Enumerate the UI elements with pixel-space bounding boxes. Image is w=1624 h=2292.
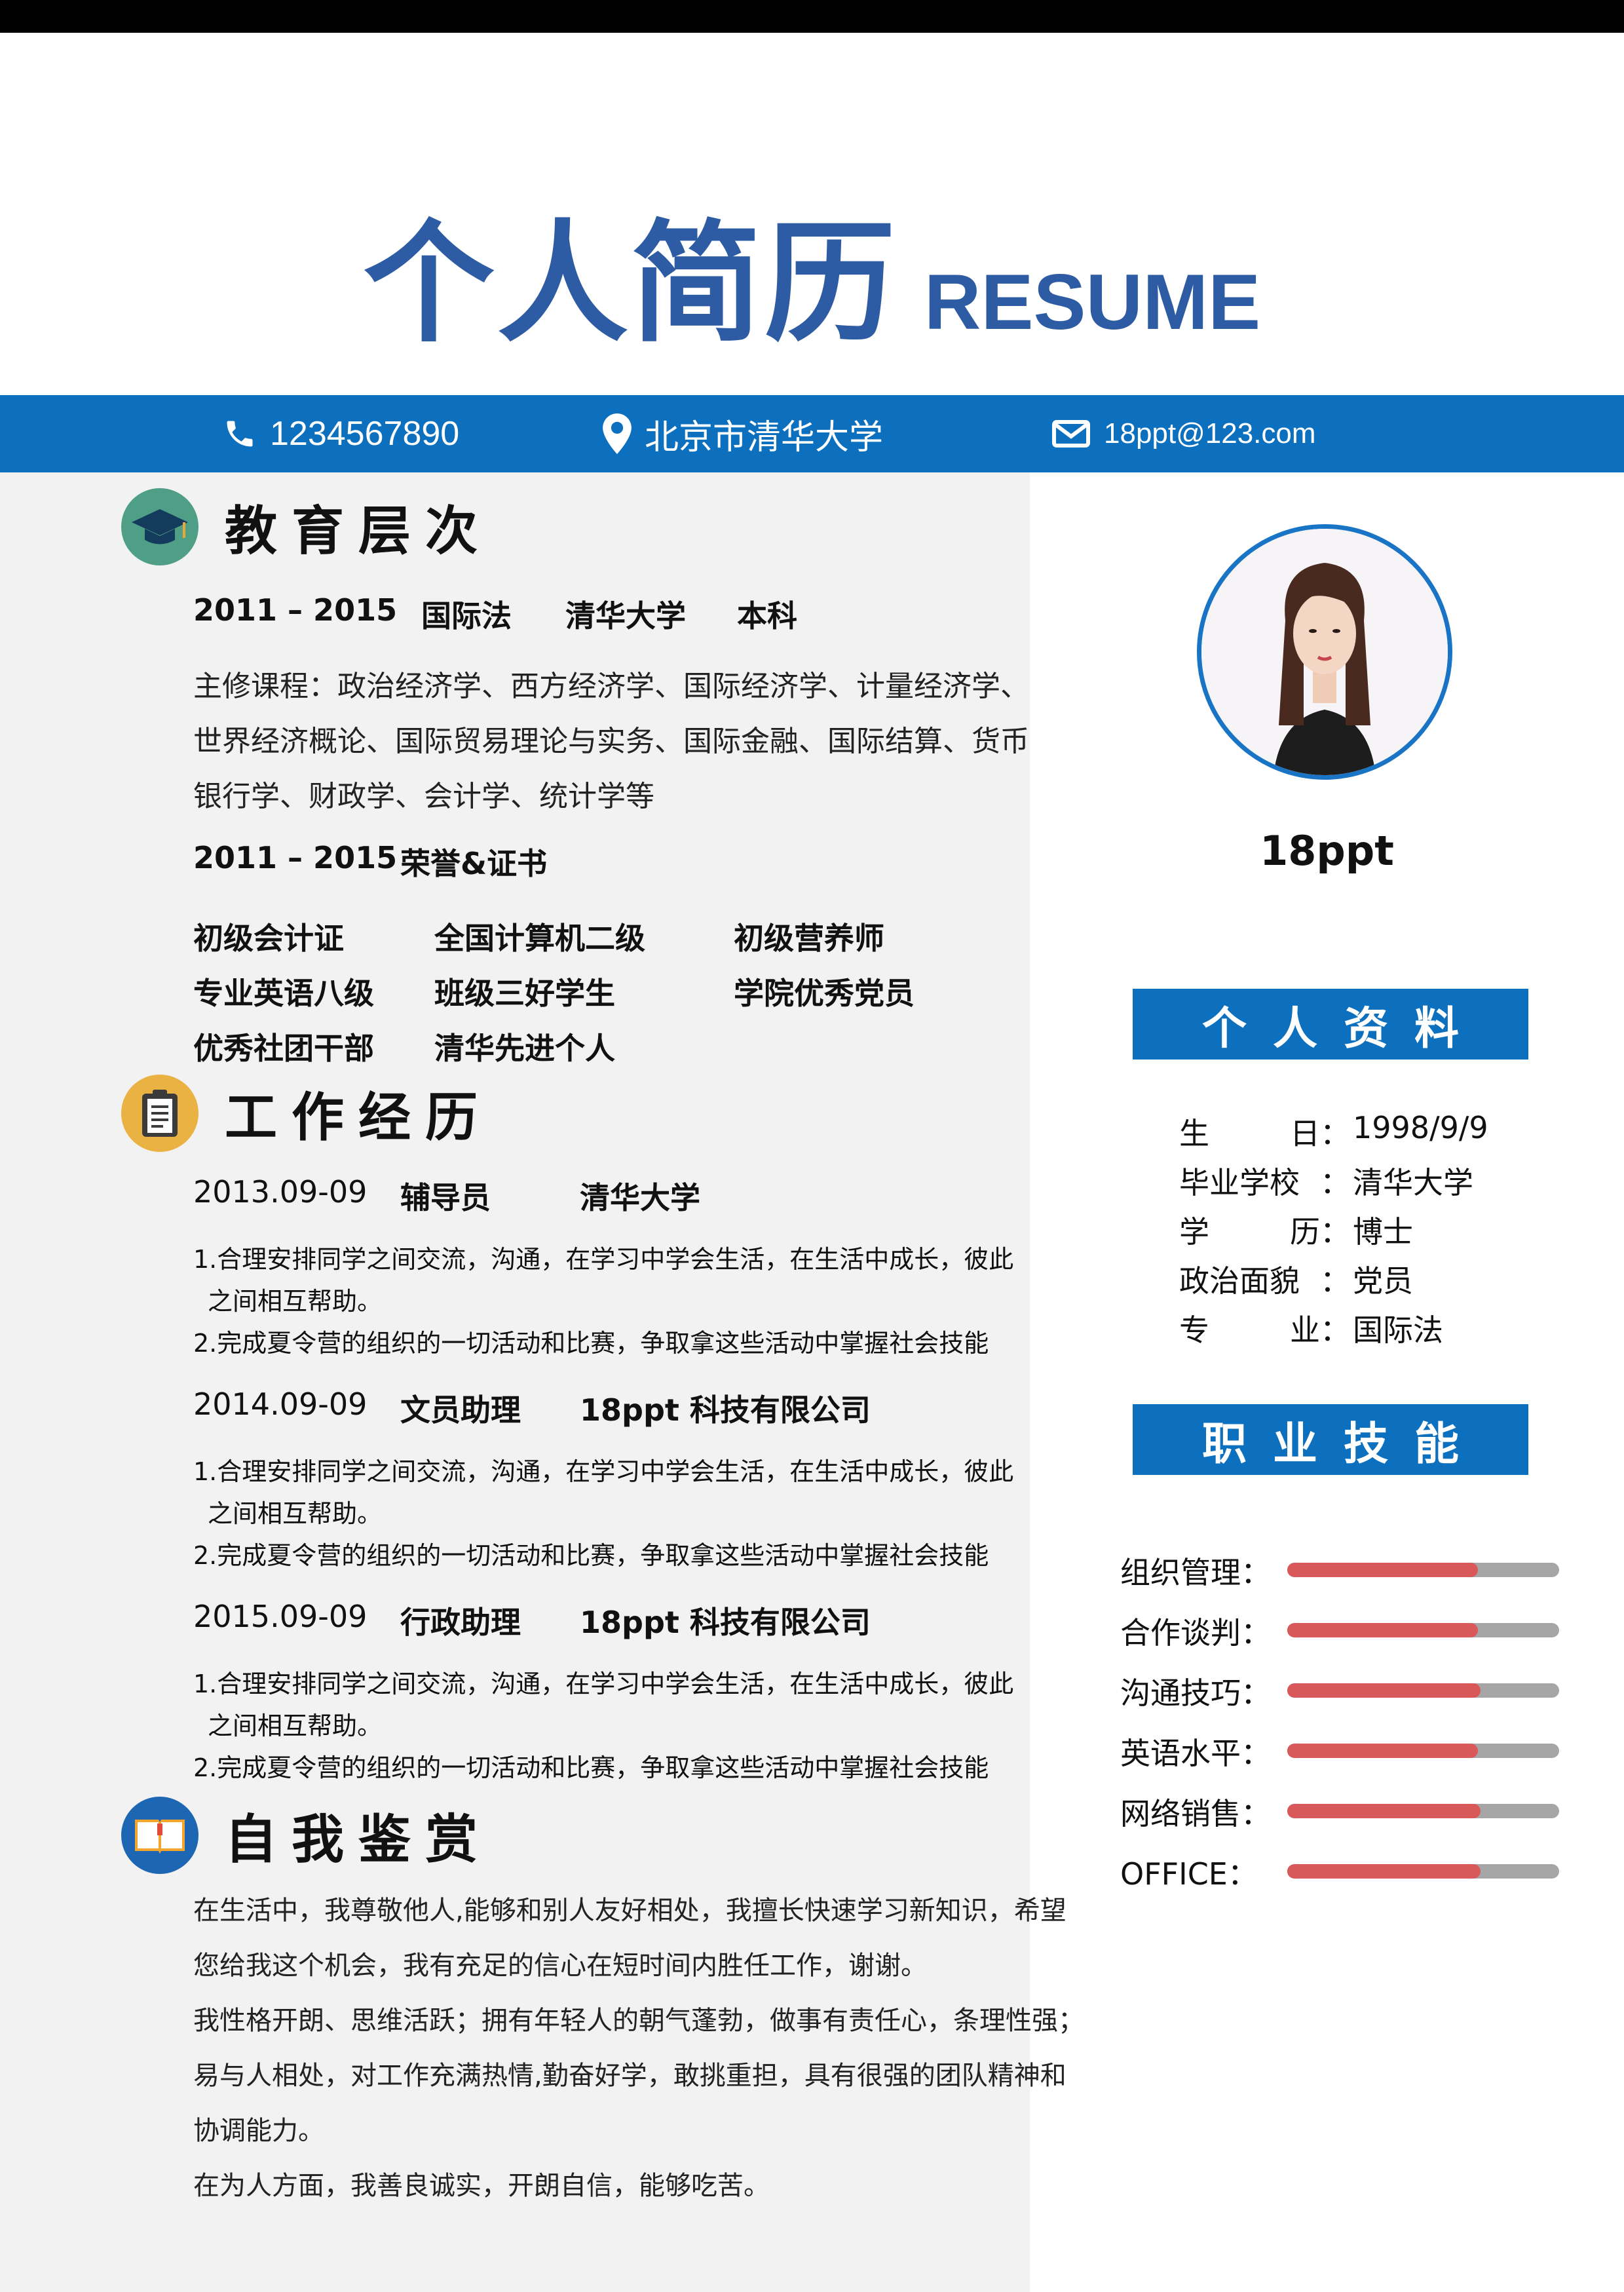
certificate: 初级营养师 bbox=[734, 921, 884, 956]
self-header: 自我鉴赏 bbox=[121, 1797, 492, 1874]
job-duties: 1.合理安排同学之间交流，沟通，在学习中学会生活，在生活中成长，彼此 之间相互帮… bbox=[193, 1245, 1014, 1358]
skill-bar-fill bbox=[1287, 1683, 1481, 1698]
address-text: 北京市清华大学 bbox=[645, 418, 884, 457]
job-company: 18ppt 科技有限公司 bbox=[580, 1392, 871, 1428]
skills-heading: 职业技能 bbox=[1133, 1404, 1528, 1475]
job-row: 2013.09-09 辅导员 清华大学 bbox=[193, 1174, 700, 1215]
work-title: 工作经历 bbox=[225, 1087, 492, 1148]
skill-label: OFFICE： bbox=[1120, 1856, 1258, 1892]
skill-label: 英语水平： bbox=[1120, 1736, 1271, 1771]
location-pin-icon bbox=[603, 413, 632, 454]
info-value: 党员 bbox=[1353, 1263, 1413, 1299]
top-black-bar bbox=[0, 0, 1624, 33]
courses-text: 主修课程：政治经济学、西方经济学、国际经济学、计量经济学、 世界经济概论、国际贸… bbox=[193, 670, 1029, 813]
work-header: 工作经历 bbox=[121, 1075, 492, 1152]
self-title: 自我鉴赏 bbox=[225, 1809, 492, 1870]
graduation-cap-icon bbox=[121, 488, 198, 565]
info-value: 博士 bbox=[1353, 1214, 1413, 1250]
certificate: 学院优秀党员 bbox=[734, 976, 915, 1011]
skill-label: 沟通技巧： bbox=[1120, 1675, 1271, 1711]
certificate: 专业英语八级 bbox=[193, 976, 374, 1011]
info-value: 国际法 bbox=[1353, 1312, 1443, 1348]
profile-name: 18ppt bbox=[1260, 827, 1394, 875]
phone-icon bbox=[227, 421, 253, 447]
job-company: 清华大学 bbox=[580, 1180, 700, 1215]
job-company: 18ppt 科技有限公司 bbox=[580, 1605, 871, 1640]
skill-bar-fill bbox=[1287, 1864, 1481, 1879]
info-row: 专业 ： 国际法 bbox=[1179, 1307, 1443, 1350]
skill-label: 网络销售： bbox=[1120, 1796, 1271, 1831]
skill-bar-fill bbox=[1287, 1744, 1478, 1758]
honors-years: 2011 – 2015 bbox=[193, 840, 398, 875]
contact-address: 北京市清华大学 bbox=[603, 395, 883, 472]
skill-bar bbox=[1287, 1744, 1559, 1758]
self-text: 在生活中，我尊敬他人,能够和别人友好相处，我擅长快速学习新知识，希望 您给我这个… bbox=[193, 1896, 1084, 2201]
job-role: 行政助理 bbox=[400, 1605, 521, 1640]
personal-info-heading: 个人资料 bbox=[1133, 989, 1528, 1060]
education-title: 教育层次 bbox=[225, 501, 492, 562]
email-text: 18ppt@123.com bbox=[1104, 417, 1316, 449]
skill-label: 组织管理： bbox=[1120, 1555, 1271, 1590]
skill-bar bbox=[1287, 1864, 1559, 1879]
resume-title: 个人简历 RESUME bbox=[0, 177, 1624, 367]
info-value: 1998/9/9 bbox=[1353, 1110, 1488, 1145]
info-value: 清华大学 bbox=[1353, 1165, 1473, 1200]
contact-phone: 1234567890 bbox=[223, 395, 459, 472]
job-duties: 1.合理安排同学之间交流，沟通，在学习中学会生活，在生活中成长，彼此 之间相互帮… bbox=[193, 1670, 1014, 1782]
skill-bar-fill bbox=[1287, 1804, 1481, 1818]
title-chinese: 个人简历 bbox=[363, 208, 898, 360]
degree-row: 2011 – 2015 国际法 清华大学 本科 bbox=[193, 592, 797, 634]
skill-bar bbox=[1287, 1804, 1559, 1818]
certificate: 清华先进个人 bbox=[434, 1031, 615, 1066]
skill-bar bbox=[1287, 1623, 1559, 1637]
education-header: 教育层次 bbox=[121, 488, 492, 565]
degree-school: 清华大学 bbox=[565, 598, 686, 634]
contact-email: 18ppt@123.com bbox=[1051, 395, 1316, 472]
skill-bar bbox=[1287, 1563, 1559, 1577]
skill-label: 合作谈判： bbox=[1120, 1615, 1271, 1651]
honors-title: 荣誉&证书 bbox=[400, 846, 548, 881]
job-row: 2014.09-09 文员助理 18ppt 科技有限公司 bbox=[193, 1386, 871, 1428]
skill-bar-fill bbox=[1287, 1623, 1478, 1637]
certificate: 优秀社团干部 bbox=[193, 1031, 374, 1066]
degree-years: 2011 – 2015 bbox=[193, 592, 398, 628]
degree-major: 国际法 bbox=[421, 598, 512, 634]
contact-bar: 1234567890 北京市清华大学 18ppt@123.com bbox=[0, 395, 1624, 472]
job-date: 2014.09-09 bbox=[193, 1386, 368, 1422]
honors-row: 2011 – 2015 荣誉&证书 bbox=[193, 840, 547, 881]
info-row: 生日 ： 1998/9/9 bbox=[1179, 1110, 1488, 1153]
info-row: 政治面貌 ： 党员 bbox=[1179, 1257, 1413, 1301]
skill-bar bbox=[1287, 1683, 1559, 1698]
mail-icon bbox=[1052, 420, 1090, 448]
skill-bar-fill bbox=[1287, 1563, 1478, 1577]
info-row: 毕业学校 ： 清华大学 bbox=[1179, 1159, 1473, 1202]
job-role: 文员助理 bbox=[400, 1392, 521, 1428]
info-row: 学历 ： 博士 bbox=[1179, 1208, 1413, 1251]
certificate: 初级会计证 bbox=[193, 921, 344, 956]
certificate: 班级三好学生 bbox=[434, 976, 615, 1011]
book-icon bbox=[121, 1797, 198, 1874]
phone-number: 1234567890 bbox=[270, 415, 460, 453]
clipboard-icon bbox=[121, 1075, 198, 1152]
certificate: 全国计算机二级 bbox=[434, 921, 645, 956]
profile-photo bbox=[1197, 524, 1452, 780]
job-row: 2015.09-09 行政助理 18ppt 科技有限公司 bbox=[193, 1599, 871, 1640]
job-duties: 1.合理安排同学之间交流，沟通，在学习中学会生活，在生活中成长，彼此 之间相互帮… bbox=[193, 1457, 1014, 1570]
degree-level: 本科 bbox=[737, 598, 797, 634]
title-english: RESUME bbox=[924, 258, 1261, 346]
job-date: 2015.09-09 bbox=[193, 1599, 368, 1634]
job-role: 辅导员 bbox=[400, 1180, 491, 1215]
job-date: 2013.09-09 bbox=[193, 1174, 368, 1210]
